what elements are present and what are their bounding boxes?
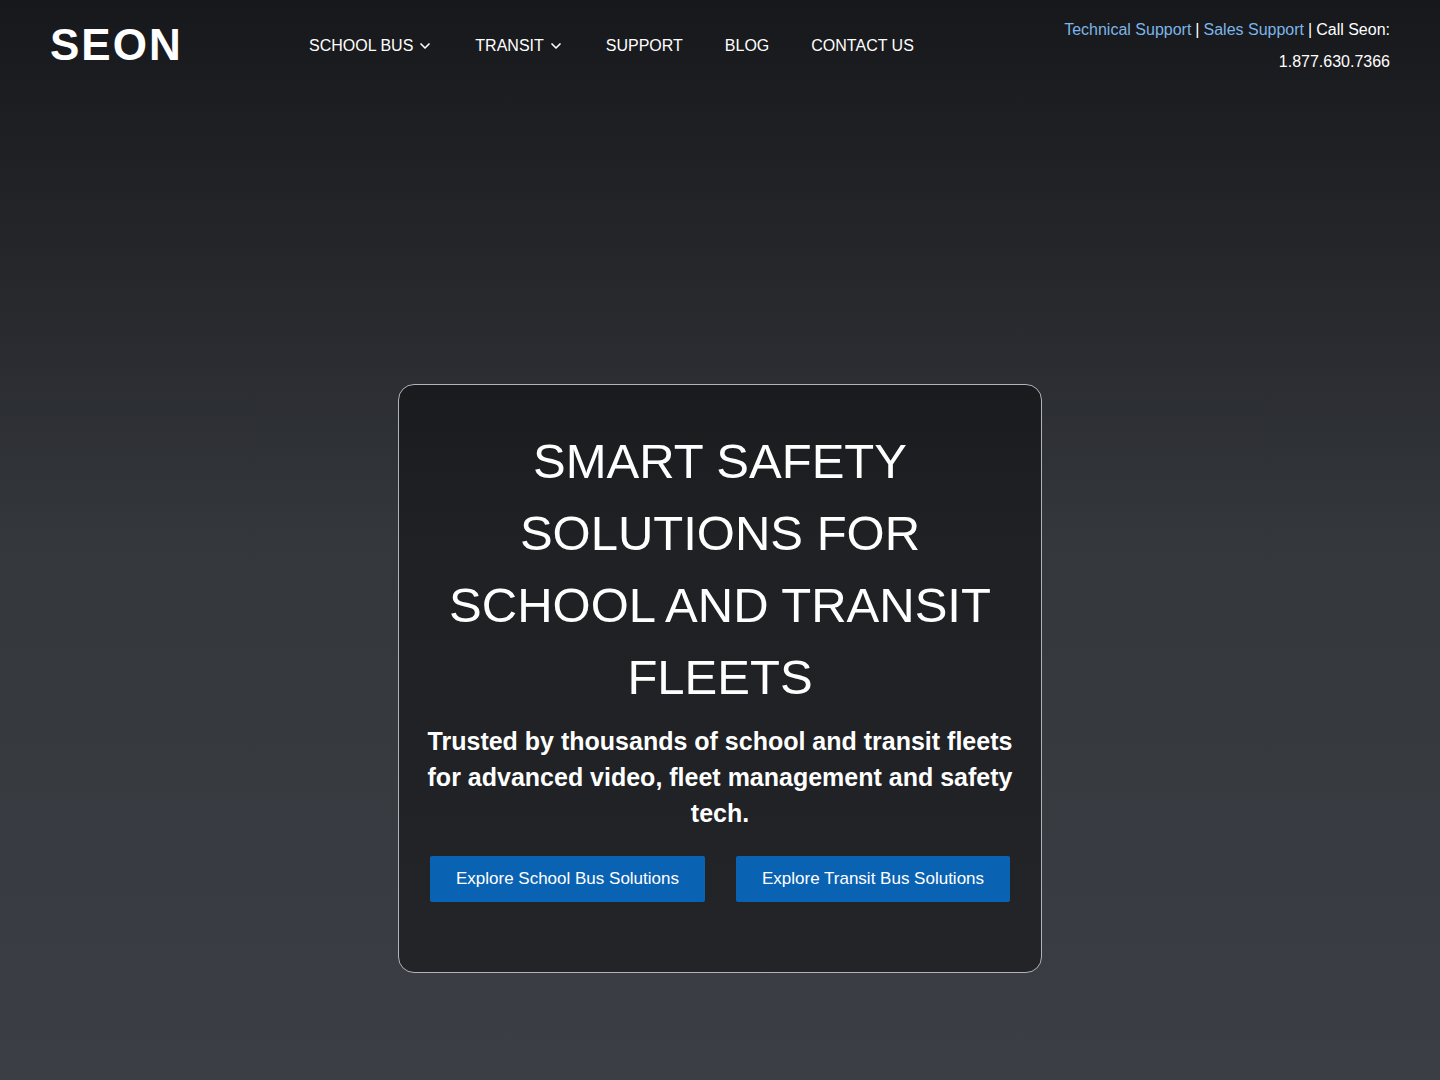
phone-number[interactable]: 1.877.630.7366 [1279,46,1390,78]
logo[interactable]: SEON [50,22,250,68]
hero-buttons: Explore School Bus Solutions Explore Tran… [430,856,1010,902]
support-link[interactable]: Technical Support [1064,14,1191,46]
explore-button[interactable]: Explore School Bus Solutions [430,856,705,902]
chevron-down-icon [548,38,564,54]
call-label: Call Seon: [1316,14,1390,46]
site-header: SEON SCHOOL BUS TRANSIT SUPPORT BLOG CONTACT … [0,0,1440,90]
chevron-down-icon [417,38,433,54]
support-link[interactable]: Sales Support [1204,14,1305,46]
nav-item[interactable]: SCHOOL BUS [309,34,433,58]
hero-heading: SMART SAFETY SOLUTIONS FOR SCHOOL AND TR… [419,425,1021,713]
contact-info: Technical Support|Sales Support|Call Seo… [1064,14,1390,78]
page: SEON SCHOOL BUS TRANSIT SUPPORT BLOG CONTACT … [0,0,1440,1080]
hero-subheading: Trusted by thousands of school and trans… [419,723,1021,831]
nav-item[interactable]: TRANSIT [475,34,563,58]
explore-button[interactable]: Explore Transit Bus Solutions [736,856,1010,902]
nav-item[interactable]: CONTACT US [811,34,914,58]
main-nav: SCHOOL BUS TRANSIT SUPPORT BLOG CONTACT US [309,34,914,58]
separator: | [1308,14,1312,46]
separator: | [1195,14,1199,46]
hero-card: SMART SAFETY SOLUTIONS FOR SCHOOL AND TR… [398,384,1042,973]
nav-item[interactable]: SUPPORT [606,34,683,58]
hero: SMART SAFETY SOLUTIONS FOR SCHOOL AND TR… [0,90,1440,973]
nav-item[interactable]: BLOG [725,34,769,58]
